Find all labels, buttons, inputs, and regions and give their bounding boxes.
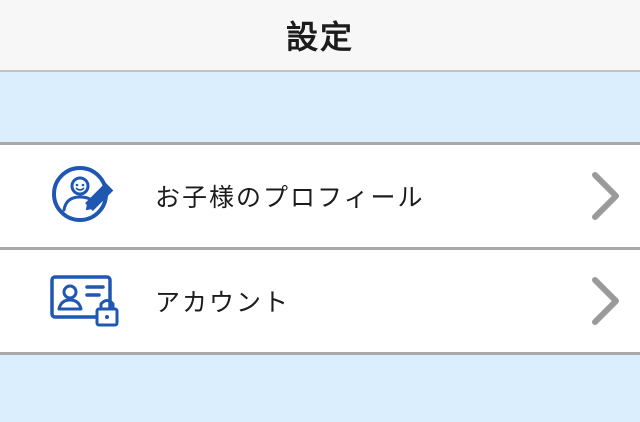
chevron-right-icon <box>588 168 622 224</box>
account-card-lock-icon <box>48 269 122 333</box>
settings-menu-list: お子様のプロフィール アカウント <box>0 142 640 355</box>
section-spacer-top <box>0 74 640 142</box>
chevron-right-icon <box>588 273 622 329</box>
child-profile-edit-icon <box>48 164 122 228</box>
menu-item-label: アカウント <box>155 288 291 317</box>
section-spacer-bottom <box>0 356 640 422</box>
menu-item-child-profile[interactable]: お子様のプロフィール <box>0 145 640 250</box>
header-bar: 設定 <box>0 0 640 72</box>
menu-item-account[interactable]: アカウント <box>0 250 640 355</box>
page-title: 設定 <box>285 18 354 56</box>
menu-item-label: お子様のプロフィール <box>155 183 425 212</box>
